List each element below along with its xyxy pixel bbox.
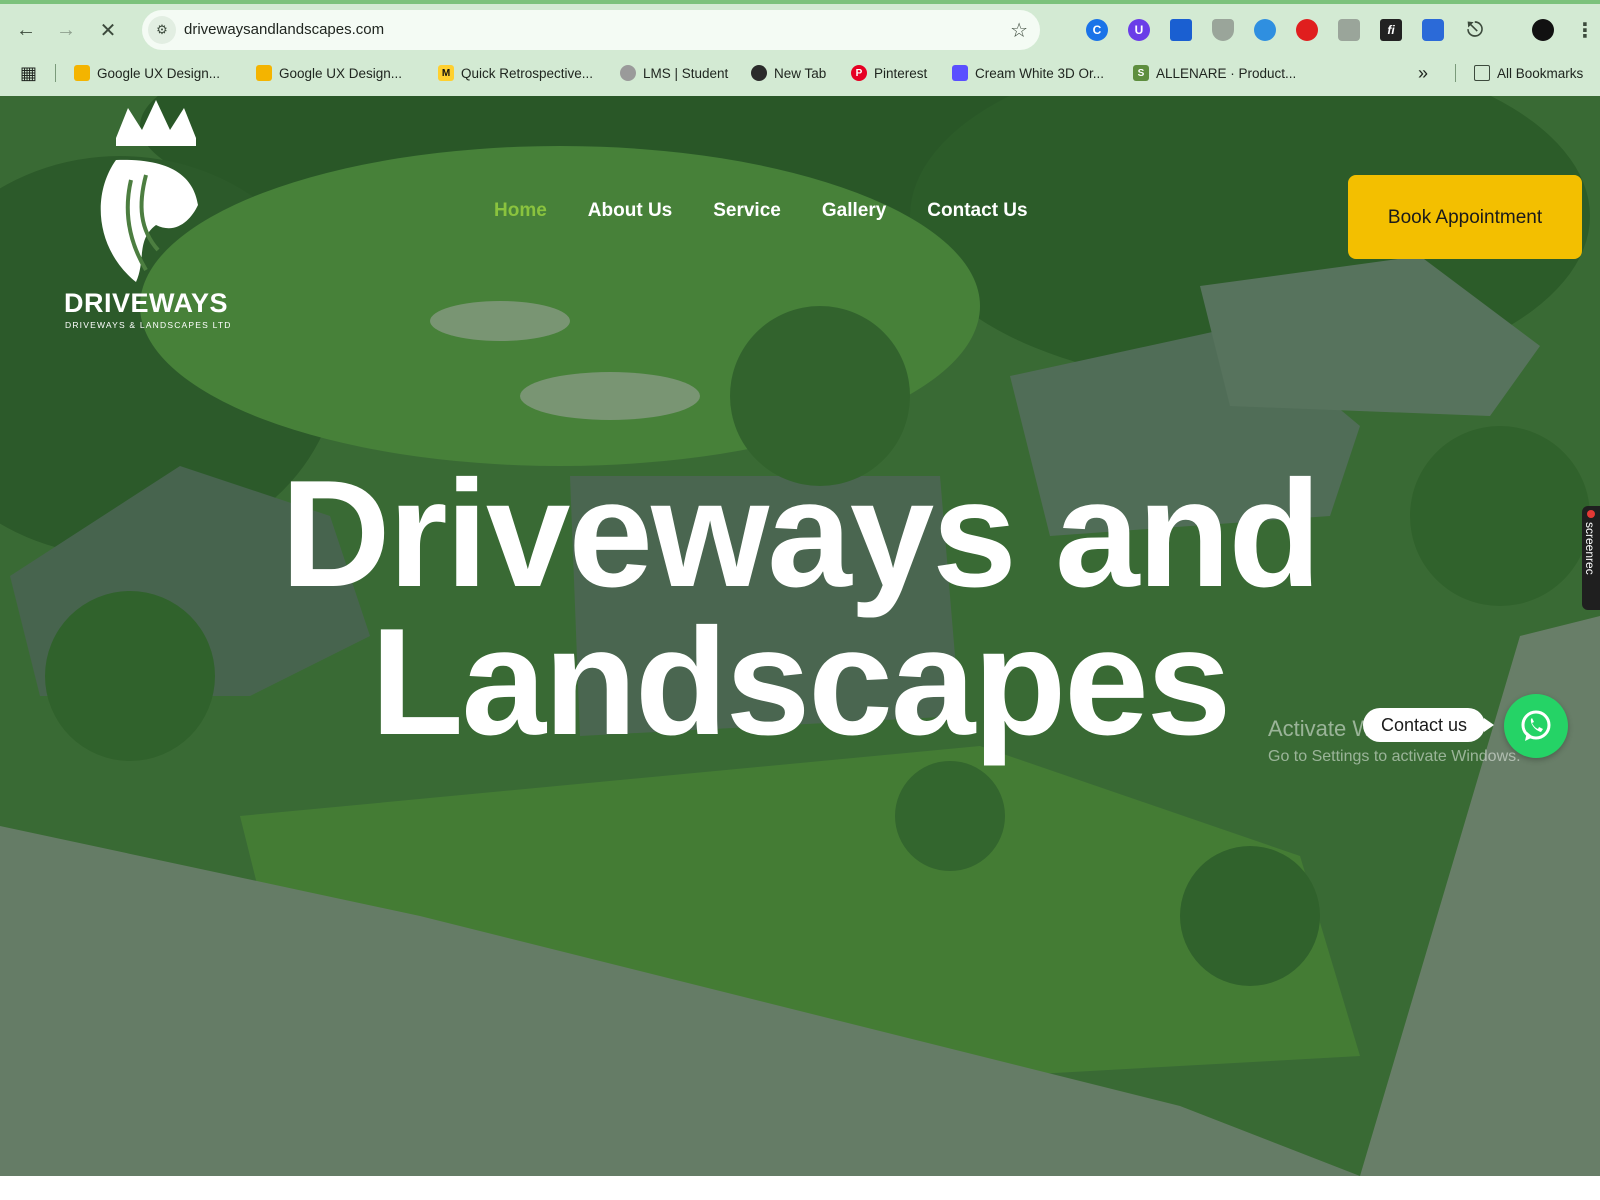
- logo-wordmark: DRIVEWAYS: [64, 288, 229, 318]
- activate-windows-subtitle: Go to Settings to activate Windows.: [1268, 748, 1521, 765]
- site-info-icon[interactable]: ⚙: [148, 16, 176, 44]
- folder-icon: [1474, 65, 1490, 81]
- bookmark-item[interactable]: New Tab: [751, 62, 826, 84]
- forward-icon[interactable]: →: [50, 14, 82, 46]
- bookmark-item[interactable]: S ALLENARE · Product...: [1133, 62, 1296, 84]
- search-extension-icon[interactable]: [1254, 19, 1276, 41]
- shield-extension-icon[interactable]: [1212, 19, 1234, 41]
- whatsapp-icon: [1521, 710, 1551, 741]
- chart-extension-icon[interactable]: [1170, 19, 1192, 41]
- browser-menu-icon[interactable]: ⋮: [1574, 19, 1596, 42]
- lion-crown-logo-icon: [100, 100, 198, 282]
- bookmark-item[interactable]: M Quick Retrospective...: [438, 62, 593, 84]
- address-bar[interactable]: ⚙ drivewaysandlandscapes.com ☆: [142, 10, 1040, 50]
- address-url[interactable]: drivewaysandlandscapes.com: [184, 21, 384, 38]
- shopify-icon: S: [1133, 65, 1149, 81]
- nav-gallery[interactable]: Gallery: [822, 200, 886, 222]
- back-icon[interactable]: ←: [10, 14, 42, 46]
- record-dot-icon: [1587, 510, 1595, 518]
- more-bookmarks-chevron-icon[interactable]: »: [1418, 62, 1428, 84]
- screen-recorder-tab[interactable]: screenrec: [1582, 506, 1600, 610]
- opera-extension-icon[interactable]: [1296, 19, 1318, 41]
- globe-icon: [751, 65, 767, 81]
- bookmark-item[interactable]: LMS | Student: [620, 62, 728, 84]
- site-logo[interactable]: DRIVEWAYS DRIVEWAYS & LANDSCAPES LTD: [60, 100, 250, 330]
- site-nav: Home About Us Service Gallery Contact Us: [494, 200, 1069, 222]
- apps-grid-icon[interactable]: ▦: [20, 62, 37, 84]
- bookmark-star-icon[interactable]: ☆: [1010, 18, 1028, 43]
- extension-u-icon[interactable]: U: [1128, 19, 1150, 41]
- loading-bar: [0, 0, 1600, 4]
- bookmark-item[interactable]: Google UX Design...: [74, 62, 220, 84]
- lms-icon: [620, 65, 636, 81]
- nav-about-us[interactable]: About Us: [588, 200, 672, 222]
- slides-icon: [74, 65, 90, 81]
- bookmark-item[interactable]: P Pinterest: [851, 62, 927, 84]
- miro-icon: M: [438, 65, 454, 81]
- extensions-puzzle-icon[interactable]: ⎋: [1464, 19, 1486, 41]
- nav-contact-us[interactable]: Contact Us: [927, 200, 1027, 222]
- slides-icon: [256, 65, 272, 81]
- whatsapp-chat-button[interactable]: [1504, 694, 1568, 758]
- hero-section: DRIVEWAYS DRIVEWAYS & LANDSCAPES LTD Hom…: [0, 96, 1600, 1176]
- clipboard-extension-icon[interactable]: [1422, 19, 1444, 41]
- hero-headline: Driveways and Landscapes: [280, 449, 1322, 767]
- camera-extension-icon[interactable]: [1338, 19, 1360, 41]
- logo-tagline: DRIVEWAYS & LANDSCAPES LTD: [65, 320, 232, 330]
- pinterest-icon: P: [851, 65, 867, 81]
- screen-recorder-label: screenrec: [1583, 522, 1597, 575]
- all-bookmarks[interactable]: All Bookmarks: [1474, 62, 1583, 84]
- profile-avatar[interactable]: [1532, 19, 1554, 41]
- bookmarks-bar: ▦ Google UX Design... Google UX Design..…: [0, 58, 1600, 88]
- stop-loading-icon[interactable]: ✕: [92, 14, 124, 46]
- bookmark-item[interactable]: Cream White 3D Or...: [952, 62, 1104, 84]
- nav-home[interactable]: Home: [494, 200, 547, 222]
- bookmark-item[interactable]: Google UX Design...: [256, 62, 402, 84]
- font-extension-icon[interactable]: fi: [1380, 19, 1402, 41]
- canva-icon: [952, 65, 968, 81]
- contact-us-tooltip[interactable]: Contact us: [1363, 708, 1495, 742]
- nav-service[interactable]: Service: [713, 200, 781, 222]
- copyright-extension-icon[interactable]: C: [1086, 19, 1108, 41]
- browser-chrome: ← → ✕ ⚙ drivewaysandlandscapes.com ☆ C U…: [0, 0, 1600, 96]
- book-appointment-button[interactable]: Book Appointment: [1348, 175, 1582, 259]
